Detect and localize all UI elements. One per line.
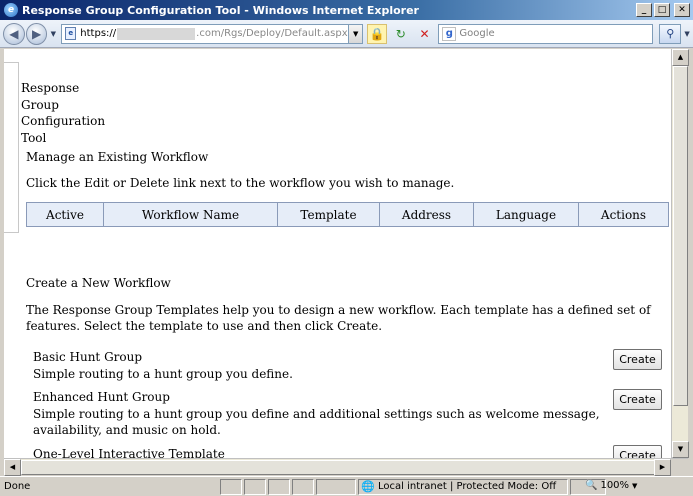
forward-arrow-icon[interactable]: ▶	[25, 22, 48, 45]
horizontal-scroll-thumb[interactable]	[21, 460, 661, 475]
left-frame-border	[4, 62, 19, 233]
url-path: /Rgs/Deploy/Default.aspx	[220, 28, 348, 39]
vertical-scroll-thumb[interactable]	[673, 66, 688, 406]
address-dropdown-chevron-icon[interactable]: ▼	[349, 23, 364, 44]
minimize-button[interactable]: _	[636, 3, 652, 17]
security-zone-text: Local intranet | Protected Mode: Off	[378, 481, 557, 492]
status-bar: Done 🌐 Local intranet | Protected Mode: …	[0, 476, 693, 496]
horizontal-scrollbar[interactable]: ◀ ▶	[4, 458, 688, 476]
status-panel	[244, 479, 266, 495]
app-title-line: Tool	[21, 130, 47, 145]
column-workflow-name: Workflow Name	[104, 203, 278, 226]
app-title-line: Group	[21, 97, 59, 112]
template-basic-hunt-group: Basic Hunt Group Simple routing to a hun…	[33, 349, 603, 382]
window-controls: _ □ ✕	[636, 3, 693, 17]
template-enhanced-hunt-group: Enhanced Hunt Group Simple routing to a …	[33, 389, 603, 439]
template-name: One-Level Interactive Template	[33, 447, 225, 458]
search-placeholder: Google	[459, 28, 495, 39]
template-description: Simple routing to a hunt group you defin…	[33, 406, 600, 438]
navigation-bar: ◀ ▶ ▼ e https:// .com /Rgs/Deploy/Defaul…	[0, 20, 693, 48]
stop-icon[interactable]: ✕	[415, 24, 435, 44]
lock-icon[interactable]: 🔒	[367, 23, 387, 44]
create-enhanced-hunt-group-button[interactable]: Create	[613, 389, 662, 410]
manage-instructions: Click the Edit or Delete link next to th…	[26, 176, 455, 190]
template-name: Enhanced Hunt Group	[33, 390, 170, 404]
create-one-level-interactive-button[interactable]: Create	[613, 445, 662, 458]
close-button[interactable]: ✕	[674, 3, 690, 17]
zoom-level: 100%	[600, 480, 630, 491]
create-description: The Response Group Templates help you to…	[26, 303, 651, 333]
column-address: Address	[380, 203, 474, 226]
scroll-left-arrow-icon[interactable]: ◀	[4, 459, 21, 476]
status-panel	[268, 479, 290, 495]
app-title-line: Configuration	[21, 114, 106, 128]
zoom-control[interactable]: 🔍 100% ▼	[585, 480, 637, 491]
status-panel	[316, 479, 356, 495]
intranet-globe-icon: 🌐	[361, 480, 375, 493]
page-viewport: Response Group Configuration Tool Manage…	[4, 49, 671, 458]
recent-pages-chevron-icon[interactable]: ▼	[48, 30, 58, 38]
google-logo-icon: g	[442, 26, 457, 41]
window-title: Response Group Configuration Tool - Wind…	[22, 3, 419, 17]
template-name: Basic Hunt Group	[33, 350, 143, 364]
scroll-down-arrow-icon[interactable]: ▼	[672, 441, 689, 458]
ie-logo-icon: e	[4, 3, 18, 17]
template-one-level-interactive: One-Level Interactive Template	[33, 446, 603, 458]
search-options-chevron-icon[interactable]: ▼	[681, 30, 693, 38]
status-text: Done	[4, 481, 31, 492]
column-active: Active	[27, 203, 104, 226]
status-panel	[220, 479, 242, 495]
template-description: Simple routing to a hunt group you defin…	[33, 366, 293, 381]
create-basic-hunt-group-button[interactable]: Create	[613, 349, 662, 370]
status-panel	[292, 479, 314, 495]
column-actions: Actions	[600, 207, 647, 222]
column-template: Template	[278, 203, 380, 226]
window-titlebar: e Response Group Configuration Tool - Wi…	[0, 0, 693, 20]
page-icon: e	[65, 27, 77, 40]
back-arrow-icon[interactable]: ◀	[3, 22, 25, 45]
protected-mode-icon: 🔍	[585, 480, 598, 491]
scroll-right-arrow-icon[interactable]: ▶	[654, 459, 671, 476]
vertical-scrollbar[interactable]: ▲ ▼	[671, 49, 689, 458]
magnifier-icon[interactable]: ⚲	[659, 23, 682, 44]
workflow-table-header: Active Workflow Name Template Address La…	[26, 202, 669, 227]
zoom-chevron-down-icon[interactable]: ▼	[632, 482, 637, 490]
scrollbar-corner	[671, 459, 688, 476]
maximize-button[interactable]: □	[654, 3, 670, 17]
create-heading: Create a New Workflow	[26, 276, 171, 290]
url-prefix: https://	[80, 28, 117, 39]
app-title-line: Response	[21, 81, 80, 95]
search-input[interactable]: g Google	[438, 23, 654, 44]
address-input[interactable]: e https:// .com /Rgs/Deploy/Default.aspx	[61, 23, 350, 44]
url-redacted-host	[117, 27, 196, 40]
app-title: Response Group Configuration Tool	[21, 80, 121, 146]
url-host-suffix: .com	[196, 28, 221, 39]
manage-heading: Manage an Existing Workflow	[26, 150, 209, 164]
column-language: Language	[474, 203, 579, 226]
scroll-up-arrow-icon[interactable]: ▲	[672, 49, 689, 66]
refresh-icon[interactable]: ↻	[391, 24, 411, 44]
